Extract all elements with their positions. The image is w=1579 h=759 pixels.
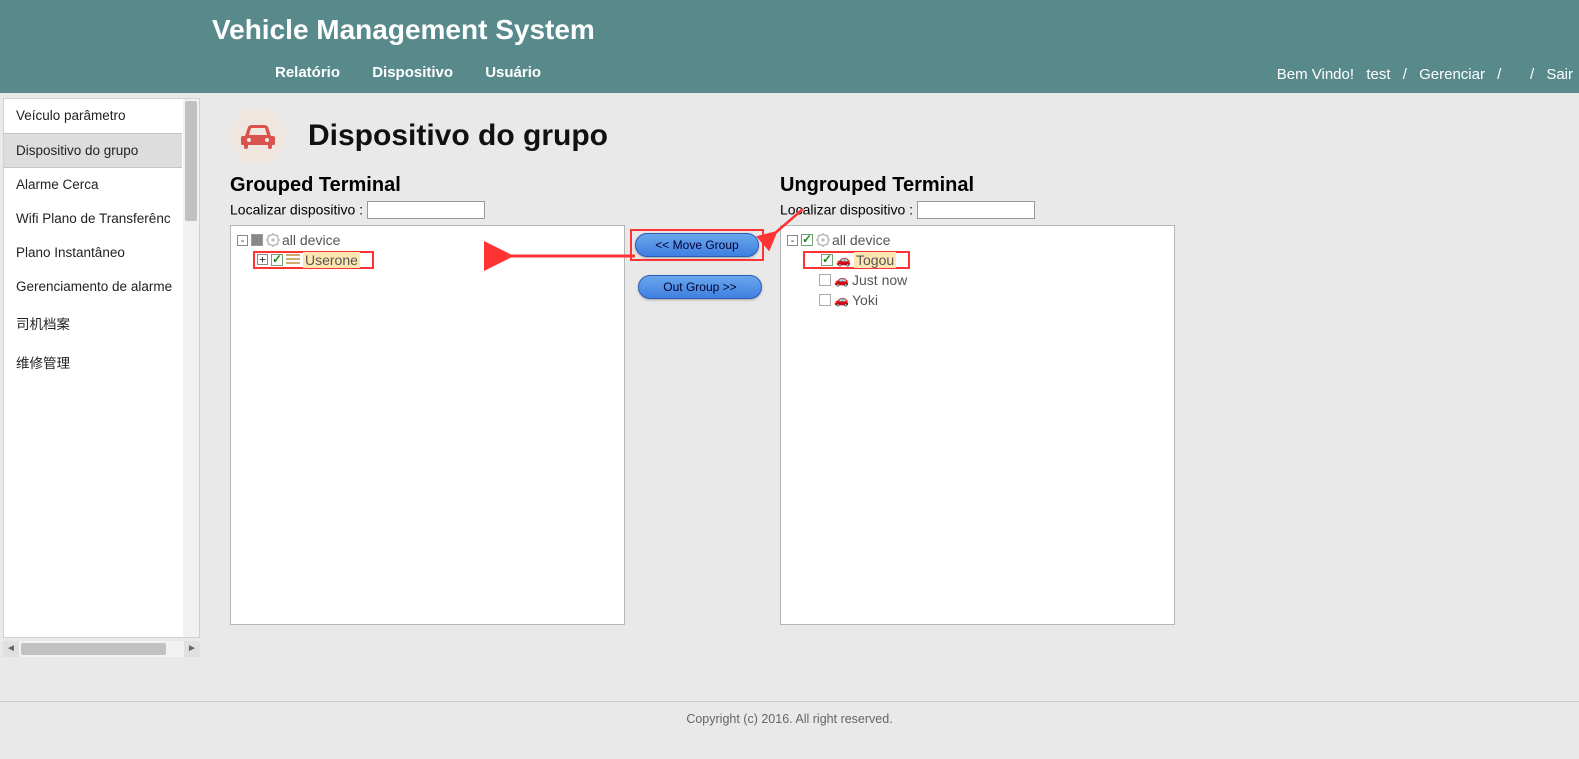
nav-device[interactable]: Dispositivo bbox=[372, 64, 453, 81]
footer: Copyright (c) 2016. All right reserved. bbox=[0, 701, 1579, 726]
username: test bbox=[1366, 66, 1390, 83]
car-icon bbox=[230, 108, 286, 164]
tree-user-label[interactable]: Userone bbox=[303, 252, 360, 268]
scroll-right-button[interactable]: ► bbox=[184, 641, 200, 657]
nav-user[interactable]: Usuário bbox=[485, 64, 541, 81]
expand-icon[interactable]: + bbox=[257, 254, 268, 265]
highlight-annotation: << Move Group bbox=[630, 229, 764, 261]
grouped-search-input[interactable] bbox=[367, 201, 485, 219]
welcome-text: Bem Vindo! bbox=[1277, 66, 1354, 83]
tree-item-togou[interactable]: 🚗 Togou bbox=[787, 250, 1168, 270]
tree-checkbox-partial[interactable] bbox=[251, 234, 263, 246]
sidebar-vscrollbar[interactable] bbox=[183, 99, 199, 637]
sidebar-item-alarm-mgmt[interactable]: Gerenciamento de alarme bbox=[4, 270, 182, 304]
grouped-search-label: Localizar dispositivo : bbox=[230, 202, 363, 218]
highlight-annotation: 🚗 Togou bbox=[803, 251, 910, 269]
header: Vehicle Management System Relatório Disp… bbox=[0, 0, 1579, 93]
logout-link[interactable]: Sair bbox=[1546, 66, 1573, 83]
separator: / bbox=[1403, 66, 1407, 83]
tree-root-row[interactable]: - all device bbox=[787, 230, 1168, 250]
separator: / bbox=[1497, 66, 1501, 83]
car-icon: 🚗 bbox=[834, 273, 850, 287]
out-group-button[interactable]: Out Group >> bbox=[638, 275, 762, 299]
action-column: << Move Group Out Group >> bbox=[635, 229, 765, 317]
ungrouped-search-label: Localizar dispositivo : bbox=[780, 202, 913, 218]
header-right: Bem Vindo! test / Gerenciar / / Sair bbox=[1275, 66, 1579, 83]
tree-checkbox[interactable] bbox=[801, 234, 813, 246]
tree-item-yoki[interactable]: 🚗 Yoki bbox=[787, 290, 1168, 310]
collapse-icon[interactable]: - bbox=[237, 235, 248, 246]
tree-root-label[interactable]: all device bbox=[282, 232, 340, 248]
tree-item-label[interactable]: Just now bbox=[852, 272, 907, 288]
gear-icon bbox=[266, 233, 280, 247]
nav-report[interactable]: Relatório bbox=[275, 64, 340, 81]
scrollbar-thumb[interactable] bbox=[21, 643, 166, 655]
scroll-left-button[interactable]: ◄ bbox=[3, 641, 19, 657]
sidebar: Veículo parâmetro Dispositivo do grupo A… bbox=[3, 98, 200, 638]
car-icon: 🚗 bbox=[836, 253, 852, 267]
tree-item-label[interactable]: Yoki bbox=[852, 292, 878, 308]
sidebar-item-wifi-plan[interactable]: Wifi Plano de Transferênc bbox=[4, 202, 182, 236]
scrollbar-thumb[interactable] bbox=[185, 101, 197, 221]
ungrouped-heading: Ungrouped Terminal bbox=[780, 174, 1180, 197]
main-content: Dispositivo do grupo Grouped Terminal Lo… bbox=[230, 108, 1569, 174]
tree-item-justnow[interactable]: 🚗 Just now bbox=[787, 270, 1168, 290]
collapse-icon[interactable]: - bbox=[787, 235, 798, 246]
ungrouped-tree: - all device 🚗 Togou bbox=[780, 225, 1175, 625]
tree-user-row[interactable]: + Userone bbox=[237, 250, 618, 270]
tree-item-label[interactable]: Togou bbox=[854, 252, 896, 268]
sidebar-item-driver-profile[interactable]: 司机档案 bbox=[4, 304, 182, 343]
tree-root-row[interactable]: - all device bbox=[237, 230, 618, 250]
car-icon: 🚗 bbox=[834, 293, 850, 307]
grouped-tree: - all device + Userone bbox=[230, 225, 625, 625]
tree-checkbox[interactable] bbox=[271, 254, 283, 266]
ungrouped-panel: Ungrouped Terminal Localizar dispositivo… bbox=[780, 174, 1180, 625]
sidebar-item-maintenance[interactable]: 维修管理 bbox=[4, 343, 182, 382]
app-title: Vehicle Management System bbox=[0, 0, 1579, 46]
manage-link[interactable]: Gerenciar bbox=[1419, 66, 1485, 83]
sidebar-item-vehicle-params[interactable]: Veículo parâmetro bbox=[4, 99, 182, 133]
gear-icon bbox=[816, 233, 830, 247]
tree-root-label[interactable]: all device bbox=[832, 232, 890, 248]
sidebar-hscrollbar[interactable]: ◄ ► bbox=[3, 641, 200, 657]
sidebar-item-instant-plan[interactable]: Plano Instantâneo bbox=[4, 236, 182, 270]
tree-checkbox[interactable] bbox=[821, 254, 833, 266]
list-icon bbox=[286, 254, 300, 266]
sidebar-item-alarm-fence[interactable]: Alarme Cerca bbox=[4, 168, 182, 202]
highlight-annotation: + Userone bbox=[253, 251, 374, 269]
tree-checkbox[interactable] bbox=[819, 294, 831, 306]
separator: / bbox=[1530, 66, 1534, 83]
page-title: Dispositivo do grupo bbox=[308, 119, 608, 153]
move-group-button[interactable]: << Move Group bbox=[635, 233, 759, 257]
sidebar-item-device-group[interactable]: Dispositivo do grupo bbox=[4, 133, 182, 168]
grouped-panel: Grouped Terminal Localizar dispositivo :… bbox=[230, 174, 630, 625]
grouped-heading: Grouped Terminal bbox=[230, 174, 630, 197]
header-nav: Relatório Dispositivo Usuário bbox=[275, 64, 569, 81]
tree-checkbox[interactable] bbox=[819, 274, 831, 286]
ungrouped-search-input[interactable] bbox=[917, 201, 1035, 219]
